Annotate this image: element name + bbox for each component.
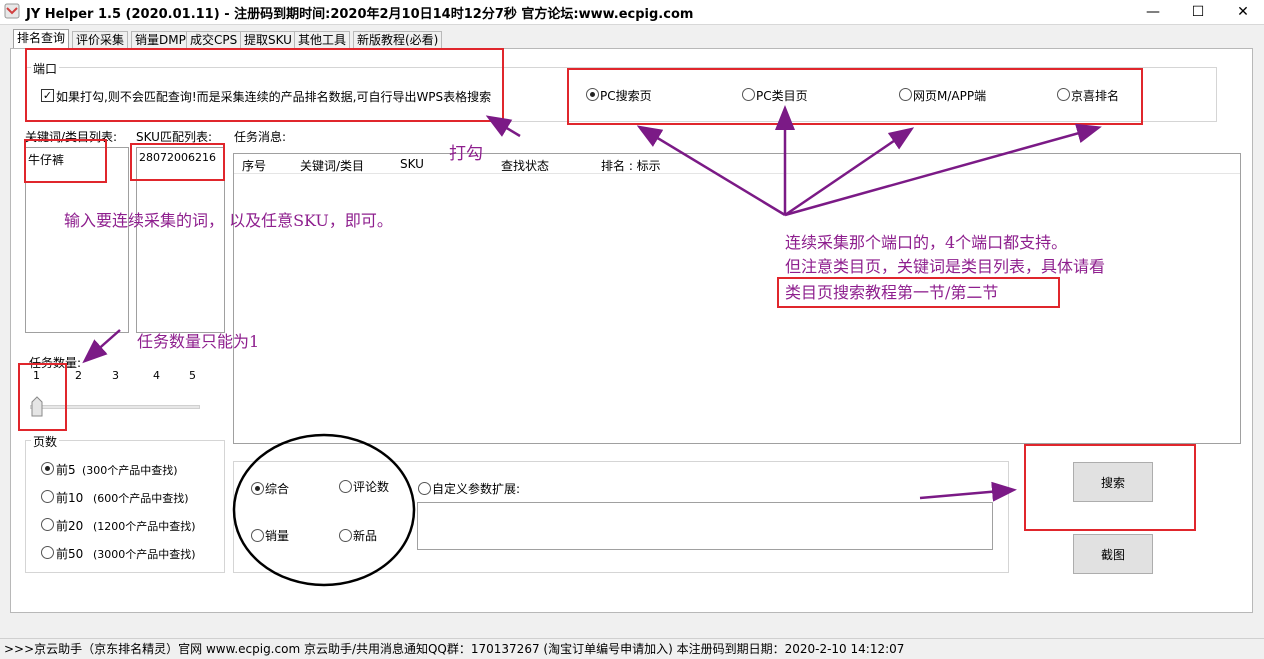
screenshot-button[interactable]: 截图: [1073, 534, 1153, 574]
pages-group-label: 页数: [31, 433, 60, 450]
annotation-text-task-hint: 任务数量只能为1: [137, 332, 260, 351]
annotation-box-task-count: [18, 363, 67, 431]
sort-radio-review-count[interactable]: [339, 480, 352, 493]
sort-radio-comprehensive[interactable]: [251, 482, 264, 495]
tab-ranking-query[interactable]: 排名查询: [13, 29, 70, 50]
pages-note-top50: (3000个产品中查找): [93, 548, 196, 561]
column-header-keyword[interactable]: 关键词/类目: [300, 157, 364, 174]
pages-radio-top20[interactable]: [41, 518, 54, 531]
column-header-index[interactable]: 序号: [242, 157, 266, 174]
annotation-box-ports: [567, 68, 1143, 125]
sort-radio-custom[interactable]: [418, 482, 431, 495]
task-count-tick-5: 5: [189, 369, 196, 382]
pages-label-top5: 前5: [56, 463, 76, 477]
pages-radio-top10[interactable]: [41, 490, 54, 503]
pages-note-top5: (300个产品中查找): [82, 464, 178, 477]
annotation-box-search: [1024, 444, 1196, 531]
annotation-box-sku: [130, 143, 225, 181]
sort-label-new: 新品: [353, 529, 378, 543]
status-bar: >>>京云助手（京东排名精灵）官网 www.ecpig.com 京云助手/共用消…: [0, 638, 1264, 659]
annotation-text-tick: 打勾: [449, 144, 483, 164]
tab-deal-cps[interactable]: 成交CPS: [186, 31, 242, 49]
sort-label-review-count: 评论数: [353, 480, 390, 494]
sort-label-sales: 销量: [265, 529, 290, 543]
column-header-rank[interactable]: 排名 : 标示: [601, 157, 661, 174]
task-count-tick-2: 2: [75, 369, 82, 382]
annotation-text-input-hint: 输入要连续采集的词， 以及任意SKU，即可。: [64, 211, 393, 230]
tab-sales-dmp[interactable]: 销量DMP: [131, 31, 190, 49]
pages-note-top10: (600个产品中查找): [93, 492, 189, 505]
annotation-text-port-hint-3: 类目页搜索教程第一节/第二节: [785, 283, 999, 302]
pages-label-top50: 前50: [56, 547, 84, 561]
pages-radio-top50[interactable]: [41, 546, 54, 559]
maximize-button[interactable]: ☐: [1178, 0, 1218, 24]
pages-note-top20: (1200个产品中查找): [93, 520, 196, 533]
table-header: 序号 关键词/类目 SKU 查找状态 排名 : 标示: [234, 154, 1240, 174]
annotation-text-port-hint-1: 连续采集那个端口的，4个端口都支持。: [785, 233, 1068, 252]
annotation-box-checkbox: [25, 48, 504, 122]
pages-radio-top5[interactable]: [41, 462, 54, 475]
custom-params-label: 自定义参数扩展:: [432, 482, 521, 496]
column-header-sku[interactable]: SKU: [400, 157, 424, 171]
tab-new-tutorial[interactable]: 新版教程(必看): [353, 31, 443, 49]
column-header-status[interactable]: 查找状态: [501, 157, 549, 174]
minimize-button[interactable]: —: [1133, 0, 1173, 24]
task-count-tick-4: 4: [153, 369, 160, 382]
title-bar: JY Helper 1.5 (2020.01.11) - 注册码到期时间:202…: [0, 0, 1264, 24]
task-messages-table[interactable]: 序号 关键词/类目 SKU 查找状态 排名 : 标示: [233, 153, 1241, 444]
annotation-text-port-hint-2: 但注意类目页，关键词是类目列表，具体请看: [785, 257, 1106, 276]
task-count-tick-3: 3: [112, 369, 119, 382]
sort-radio-sales[interactable]: [251, 529, 264, 542]
sort-label-comprehensive: 综合: [265, 482, 290, 496]
annotation-box-keyword: [24, 139, 107, 183]
app-icon: [4, 3, 20, 19]
pages-label-top10: 前10: [56, 491, 84, 505]
window-title: JY Helper 1.5 (2020.01.11) - 注册码到期时间:202…: [26, 7, 694, 22]
tab-other-tools[interactable]: 其他工具: [294, 31, 351, 49]
tab-review-collect[interactable]: 评价采集: [72, 31, 129, 49]
custom-params-input[interactable]: [417, 502, 993, 550]
task-messages-label: 任务消息:: [234, 130, 287, 144]
sort-radio-new[interactable]: [339, 529, 352, 542]
pages-label-top20: 前20: [56, 519, 84, 533]
tab-extract-sku[interactable]: 提取SKU: [240, 31, 296, 49]
close-button[interactable]: ✕: [1223, 0, 1263, 24]
